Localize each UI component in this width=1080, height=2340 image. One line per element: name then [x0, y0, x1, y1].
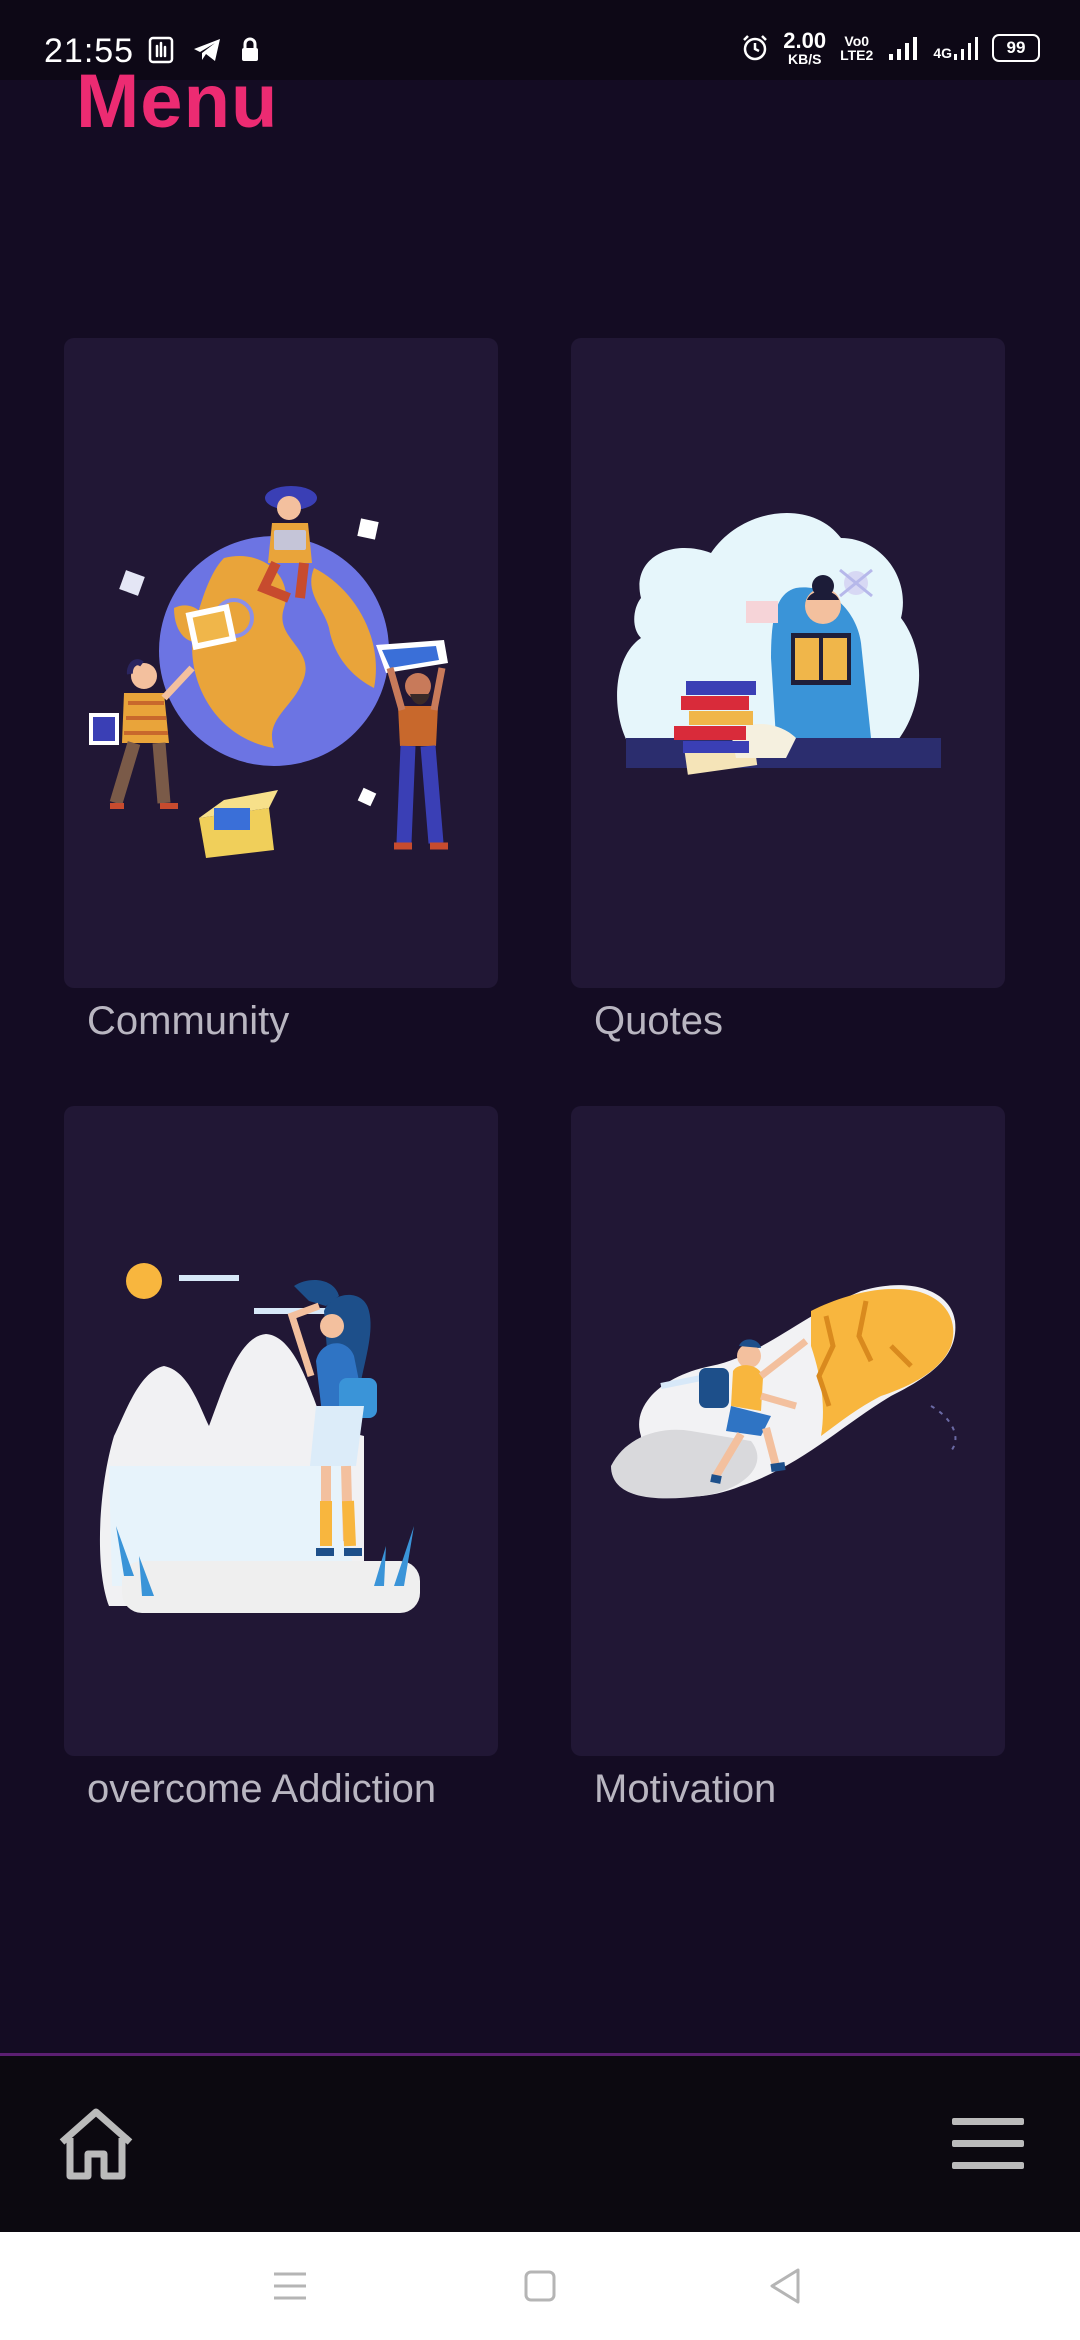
hiker-mountains-illustration — [99, 1263, 420, 1613]
status-system-icons: 2.00 KB/S Vo0 LTE2 4G 99 — [741, 30, 1040, 66]
rock-climber-illustration — [611, 1285, 957, 1499]
volte-indicator: Vo0 LTE2 — [840, 34, 873, 62]
signal-strength-2-icon — [954, 37, 978, 60]
network-speed: 2.00 KB/S — [783, 28, 827, 67]
back-triangle-icon[interactable] — [760, 2260, 812, 2312]
menu-card-motivation[interactable] — [571, 1106, 1005, 1756]
speed-value: 2.00 — [783, 28, 827, 53]
home-square-icon[interactable] — [514, 2260, 566, 2312]
battery-icon: 99 — [992, 34, 1040, 62]
reading-quotes-illustration — [617, 512, 941, 775]
card-label-motivation: Motivation — [594, 1767, 777, 1811]
card-label-quotes: Quotes — [594, 999, 723, 1043]
menu-card-overcome-addiction[interactable] — [64, 1106, 498, 1756]
alarm-icon — [743, 35, 768, 61]
volte-top: Vo0 — [844, 33, 870, 49]
system-navigation-bar — [0, 2232, 1080, 2340]
recent-apps-icon[interactable] — [264, 2260, 316, 2312]
network-type: 4G — [933, 45, 952, 61]
card-label-community: Community — [87, 999, 290, 1043]
community-globe-illustration — [89, 486, 448, 858]
home-icon[interactable] — [56, 2106, 136, 2182]
network-4g-indicator: 4G — [933, 36, 978, 60]
page-title: Menu — [76, 59, 279, 144]
menu-card-quotes[interactable] — [571, 338, 1005, 988]
speed-unit: KB/S — [787, 51, 822, 67]
hamburger-menu-icon[interactable] — [952, 2118, 1024, 2170]
card-label-overcome-addiction: overcome Addiction — [87, 1767, 437, 1811]
volte-bottom: LTE2 — [840, 47, 874, 63]
menu-card-community[interactable] — [64, 338, 498, 988]
bottom-navigation-bar — [0, 2056, 1080, 2232]
signal-strength-icon — [889, 37, 918, 60]
